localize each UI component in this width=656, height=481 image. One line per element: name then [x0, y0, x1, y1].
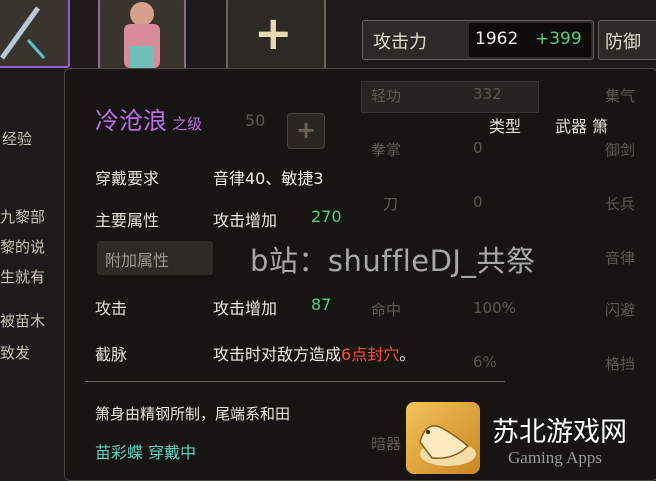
attack-attr-bonus: 87: [311, 295, 332, 314]
attack-attr-label: 攻击: [95, 299, 128, 318]
attack-stat-box: 攻击力 1962 +399: [362, 20, 594, 60]
attack-value: 1962: [475, 29, 519, 49]
bg-stat-value: 6%: [473, 353, 497, 371]
level-stub: 50: [245, 111, 266, 130]
add-point-button[interactable]: +: [287, 113, 325, 149]
defense-label: 防御: [605, 32, 641, 53]
bg-stat-name: 刀: [383, 195, 399, 213]
site-logo: 苏北游戏网 Gaming Apps: [398, 396, 656, 479]
special-attr-highlight: 6点封穴: [341, 345, 400, 364]
item-type-value: 武器 箫: [555, 117, 609, 136]
item-name: 冷沧浪 之级: [95, 101, 202, 136]
plus-icon: +: [296, 116, 317, 144]
bg-right-stat: 御剑: [605, 141, 636, 159]
logo-subtitle: Gaming Apps: [508, 448, 602, 467]
weapon-slot[interactable]: [0, 0, 70, 68]
defense-stat-box: 防御: [598, 20, 656, 60]
bg-stat-value: 332: [473, 85, 502, 103]
story-line: 被苗木: [0, 312, 46, 330]
bg-right-stat: 长兵: [605, 195, 636, 213]
flute-icon: [0, 6, 46, 60]
logo-title: 苏北游戏网: [492, 417, 627, 448]
main-attr-value: 攻击增加: [213, 211, 278, 230]
extra-attr-tab[interactable]: 附加属性: [97, 241, 213, 275]
bg-stat-value: 0: [473, 193, 483, 211]
bg-stat-value: 100%: [473, 299, 516, 317]
item-description: 箫身由精钢所制，尾端系和田: [95, 405, 291, 423]
special-attr-prefix: 攻击时对敌方造成: [213, 345, 342, 364]
bg-right-stat: 音律: [605, 249, 636, 267]
story-line: 生就有: [0, 268, 46, 286]
bg-stat-value: 0: [473, 139, 483, 157]
attack-attr-value: 攻击增加: [213, 299, 278, 318]
bg-stat-name: 拳掌: [371, 141, 402, 159]
main-attr-bonus: 270: [311, 207, 342, 226]
item-name-text: 冷沧浪: [95, 107, 167, 135]
item-type-label: 类型: [489, 117, 522, 136]
attack-label: 攻击力: [373, 32, 427, 53]
exp-label: 经验: [2, 130, 33, 148]
story-line: 九黎部: [0, 208, 46, 226]
character-portrait-icon: [124, 2, 160, 68]
bg-stat-name: 轻功: [371, 87, 402, 105]
bg-right-stat: 集气: [605, 87, 636, 105]
wearer-status: 苗彩蝶 穿戴中: [95, 443, 197, 462]
plus-icon: +: [254, 6, 293, 60]
add-slot-button[interactable]: +: [226, 0, 326, 70]
special-attr-suffix: 。: [399, 345, 416, 364]
requirement-value: 音律40、敏捷3: [213, 169, 324, 188]
item-rank: 之级: [172, 115, 203, 133]
special-attr-value: 攻击时对敌方造成6点封穴。: [213, 341, 415, 365]
story-line: 致发: [0, 344, 31, 362]
main-attr-label: 主要属性: [95, 211, 160, 230]
bg-right-stat: 格挡: [605, 355, 636, 373]
bg-right-stat: 闪避: [605, 301, 636, 319]
special-attr-label: 截脉: [95, 345, 128, 364]
extra-attr-label: 附加属性: [105, 251, 170, 270]
character-portrait-slot[interactable]: [98, 0, 186, 70]
bg-stat-name: 命中: [371, 301, 402, 319]
attack-bonus: +399: [535, 29, 582, 49]
duck-logo-icon: [406, 402, 480, 474]
tooltip-divider: [85, 381, 505, 382]
requirement-label: 穿戴要求: [95, 169, 160, 188]
bg-stat-name: 暗器: [371, 435, 402, 453]
watermark: b站：shuffleDJ_共祭: [250, 244, 536, 278]
story-line: 黎的说: [0, 238, 46, 256]
